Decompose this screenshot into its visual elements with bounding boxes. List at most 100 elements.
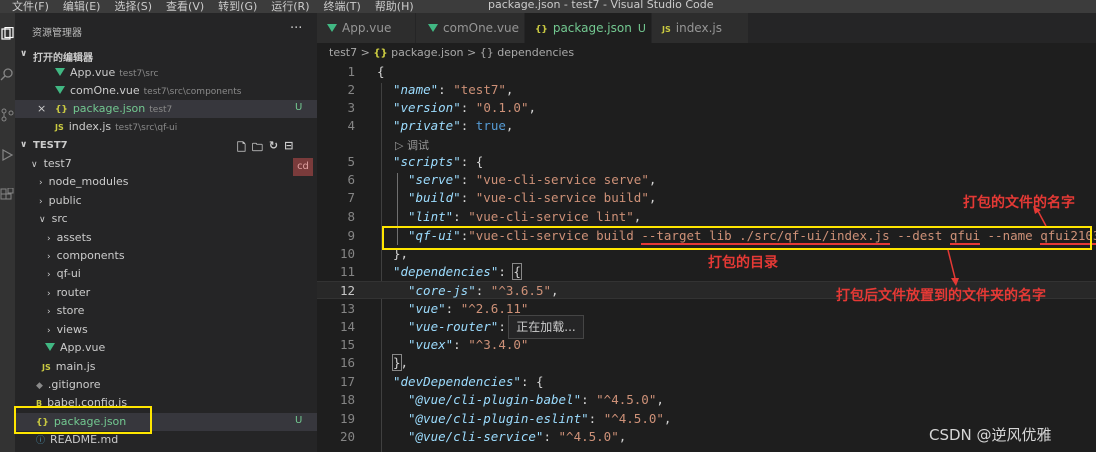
js-icon: JS xyxy=(662,25,671,34)
highlight-box-qf-ui-script xyxy=(382,226,1092,250)
breadcrumb: test7 > {} package.json > {} dependencie… xyxy=(329,46,574,59)
open-editors-section[interactable]: ∨ 打开的编辑器 xyxy=(15,46,317,64)
git-icon: ◆ xyxy=(36,381,43,391)
code-text: "@vue/cli-plugin-babel": "^4.5.0", xyxy=(408,392,664,407)
code-text: "version": "0.1.0", xyxy=(393,100,537,115)
code-lens[interactable]: ▷ 调试 xyxy=(317,135,1096,153)
tree-folder-views[interactable]: › views xyxy=(15,321,317,339)
json-icon: {} xyxy=(55,105,68,115)
explorer-icon[interactable] xyxy=(0,27,15,41)
code-line[interactable]: 3 "version": "0.1.0", xyxy=(317,99,1096,117)
code-line[interactable]: 5 "scripts": { xyxy=(317,153,1096,171)
tree-file-gitignore[interactable]: ◆ .gitignore xyxy=(15,376,317,394)
menu-edit[interactable]: 编辑(E) xyxy=(63,0,101,13)
extensions-icon[interactable] xyxy=(0,188,15,202)
chevron-down-icon: ∨ xyxy=(39,215,46,225)
code-text: "build": "vue-cli-service build", xyxy=(408,190,657,205)
line-number: 16 xyxy=(339,355,355,370)
open-editor-path: test7\src\components xyxy=(143,87,242,97)
more-actions-icon[interactable]: ··· xyxy=(290,21,302,36)
tree-folder-assets[interactable]: › assets xyxy=(15,229,317,247)
code-text: "vue": "^2.6.11" xyxy=(408,301,529,316)
breadcrumb-folder[interactable]: test7 xyxy=(329,46,357,59)
folder-section[interactable]: ∨ TEST7 🗋 🗀 ↻ ⊟ xyxy=(15,137,317,155)
menu-selection[interactable]: 选择(S) xyxy=(114,0,152,13)
chevron-down-icon: ∨ xyxy=(31,160,38,170)
tab-comone-vue[interactable]: comOne.vue xyxy=(416,13,524,43)
tree-folder-node-modules[interactable]: › node_modules xyxy=(15,173,317,191)
open-editor-path: test7\src xyxy=(119,69,159,79)
highlight-box-package-json xyxy=(14,406,152,434)
open-editor-path: test7\src\qf-ui xyxy=(115,123,178,133)
code-text: }, xyxy=(392,354,409,371)
code-line[interactable]: 2 "name": "test7", xyxy=(317,81,1096,99)
menu-terminal[interactable]: 终端(T) xyxy=(324,0,361,13)
search-icon[interactable] xyxy=(0,67,15,81)
js-icon: JS xyxy=(42,363,51,372)
tree-label: App.vue xyxy=(60,341,106,354)
debug-lens[interactable]: ▷ 调试 xyxy=(395,137,429,153)
object-icon: {} xyxy=(479,46,494,59)
json-icon: {} xyxy=(535,25,548,35)
open-editor-comone-vue[interactable]: comOne.vue test7\src\components xyxy=(15,82,317,100)
tree-folder-test7[interactable]: ∨ test7 xyxy=(15,155,317,173)
tab-app-vue[interactable]: App.vue xyxy=(317,13,415,43)
tree-folder-public[interactable]: › public xyxy=(15,192,317,210)
tree-folder-store[interactable]: › store xyxy=(15,302,317,320)
open-editor-package-json[interactable]: × {} package.json test7 U xyxy=(15,100,317,118)
tab-package-json[interactable]: {} package.json U xyxy=(525,13,651,43)
code-line[interactable]: 14 "vue-router": xyxy=(317,318,1096,336)
menu-help[interactable]: 帮助(H) xyxy=(375,0,414,13)
line-number: 4 xyxy=(347,118,355,133)
breadcrumb-node[interactable]: dependencies xyxy=(497,46,574,59)
run-debug-icon[interactable] xyxy=(0,148,15,162)
code-text: "private": true, xyxy=(393,118,514,133)
chevron-right-icon: › xyxy=(47,326,51,336)
source-control-icon[interactable] xyxy=(0,108,15,122)
untracked-badge: U xyxy=(295,415,303,426)
code-text: "vuex": "^3.4.0" xyxy=(408,337,529,352)
tree-label: views xyxy=(56,323,88,336)
tree-label: assets xyxy=(56,231,92,244)
tree-file-main-js[interactable]: JS main.js xyxy=(15,358,317,376)
open-editor-name: package.json xyxy=(72,102,146,115)
open-editor-app-vue[interactable]: App.vue test7\src xyxy=(15,64,317,82)
menu-file[interactable]: 文件(F) xyxy=(12,0,49,13)
menu-go[interactable]: 转到(G) xyxy=(218,0,257,13)
tree-label: public xyxy=(48,194,82,207)
code-line[interactable]: 11 "dependencies": { xyxy=(317,263,1096,281)
close-icon[interactable]: × xyxy=(37,102,46,115)
code-line[interactable]: 16 }, xyxy=(317,354,1096,372)
code-text: "devDependencies": { xyxy=(393,374,544,389)
tree-file-app-vue[interactable]: App.vue xyxy=(15,339,317,357)
code-text: "dependencies": { xyxy=(393,263,522,280)
code-editor[interactable]: 1 { 2 "name": "test7", 3 "version": "0.1… xyxy=(317,63,1096,452)
code-line[interactable]: 17 "devDependencies": { xyxy=(317,373,1096,391)
activity-bar xyxy=(0,13,15,452)
tree-folder-components[interactable]: › components xyxy=(15,247,317,265)
menu-run[interactable]: 运行(R) xyxy=(271,0,309,13)
markdown-icon: ⓘ xyxy=(36,436,46,446)
line-number: 20 xyxy=(339,429,355,444)
tree-label: test7 xyxy=(43,157,72,170)
tree-folder-router[interactable]: › router xyxy=(15,284,317,302)
breadcrumb-file[interactable]: package.json xyxy=(391,46,463,59)
title-bar: 文件(F) 编辑(E) 选择(S) 查看(V) 转到(G) 运行(R) 终端(T… xyxy=(0,0,1096,13)
code-text: { xyxy=(377,64,385,79)
tab-index-js[interactable]: JS index.js xyxy=(652,13,748,43)
tree-folder-src[interactable]: ∨ src xyxy=(15,210,317,228)
tree-folder-qf-ui[interactable]: › qf-ui xyxy=(15,265,317,283)
code-line[interactable]: 4 "private": true, xyxy=(317,117,1096,135)
open-editor-index-js[interactable]: JS index.js test7\src\qf-ui xyxy=(15,118,317,136)
line-number: 10 xyxy=(339,246,355,261)
code-line[interactable]: 18 "@vue/cli-plugin-babel": "^4.5.0", xyxy=(317,391,1096,409)
code-line[interactable]: 15 "vuex": "^3.4.0" xyxy=(317,336,1096,354)
tree-label: qf-ui xyxy=(56,267,81,280)
debug-lens-label: 调试 xyxy=(406,139,429,152)
code-line[interactable]: 1 { xyxy=(317,63,1096,81)
code-line[interactable]: 6 "serve": "vue-cli-service serve", xyxy=(317,171,1096,189)
tree-label: .gitignore xyxy=(47,378,101,391)
chevron-down-icon: ∨ xyxy=(20,49,28,59)
menu-view[interactable]: 查看(V) xyxy=(166,0,204,13)
tab-label: package.json xyxy=(552,21,632,35)
